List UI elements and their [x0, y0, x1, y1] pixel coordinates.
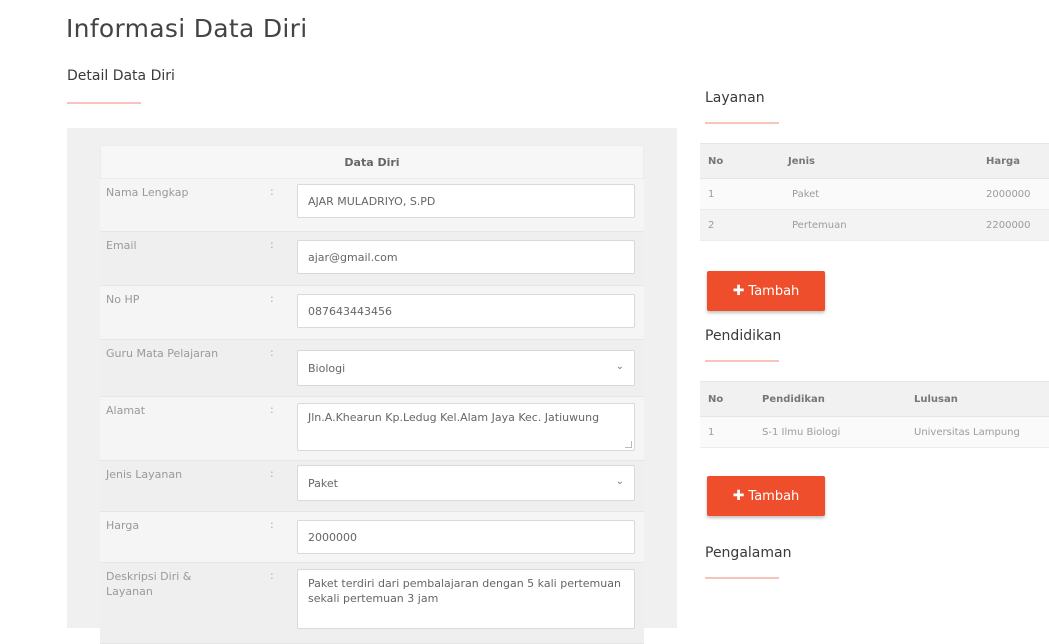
colon: :	[270, 346, 274, 359]
col-header: Lulusan	[914, 393, 958, 405]
table-cell: 2000000	[986, 188, 1031, 200]
field-label: Guru Mata Pelajaran	[106, 347, 219, 360]
pendidikan-table: No Pendidikan Lulusan 1 S-1 Ilmu Biologi…	[700, 381, 1049, 448]
table-row: 1 S-1 Ilmu Biologi Universitas Lampung	[700, 417, 1049, 448]
chevron-down-icon: ⌄	[615, 476, 624, 487]
button-label: Tambah	[748, 488, 800, 504]
colon: :	[270, 238, 274, 251]
section-title-detail: Detail Data Diri	[67, 68, 175, 84]
tambah-layanan-button[interactable]: ✚ Tambah	[707, 271, 825, 311]
row-deskripsi: Deskripsi Diri & Layanan : Paket terdiri…	[100, 563, 644, 644]
table-header-row: No Pendidikan Lulusan	[700, 381, 1049, 417]
section-title-pengalaman: Pengalaman	[705, 545, 792, 561]
colon: :	[270, 185, 274, 198]
table-cell: 1	[708, 188, 715, 200]
chevron-down-icon: ⌄	[615, 361, 624, 372]
select-value: Biologi	[308, 361, 346, 375]
colon: :	[270, 467, 274, 480]
section-title-pendidikan: Pendidikan	[705, 328, 782, 344]
table-row: 2 Pertemuan 2200000	[700, 210, 1049, 241]
row-no-hp: No HP : 087643443456	[100, 286, 644, 340]
layanan-table: No Jenis Harga 1 Paket 2000000 2 Pertemu…	[700, 143, 1049, 241]
textarea-value: Paket terdiri dari pembalajaran dengan 5…	[308, 577, 621, 605]
field-label: Alamat	[106, 404, 146, 417]
table-row: 1 Paket 2000000	[700, 179, 1049, 210]
col-header: Harga	[986, 155, 1020, 167]
alamat-textarea[interactable]: Jln.A.Khearun Kp.Ledug Kel.Alam Jaya Kec…	[297, 403, 635, 451]
col-header: No	[708, 155, 724, 167]
textarea-value: Jln.A.Khearun Kp.Ledug Kel.Alam Jaya Kec…	[308, 411, 600, 424]
no-hp-input[interactable]: 087643443456	[297, 294, 635, 328]
table-cell: Paket	[792, 188, 820, 200]
row-jenis-layanan: Jenis Layanan : Paket ⌄	[100, 461, 644, 512]
row-alamat: Alamat : Jln.A.Khearun Kp.Ledug Kel.Alam…	[100, 397, 644, 461]
colon: :	[270, 292, 274, 305]
harga-input[interactable]: 2000000	[297, 520, 635, 554]
col-header: No	[708, 393, 724, 405]
field-label: Email	[106, 239, 137, 252]
field-label: No HP	[106, 293, 140, 306]
table-cell: Pertemuan	[792, 219, 847, 231]
page-title: Informasi Data Diri	[66, 14, 308, 43]
plus-icon: ✚	[732, 488, 745, 504]
select-value: Paket	[308, 476, 338, 490]
section-underline	[705, 577, 779, 579]
resize-handle-icon[interactable]	[625, 441, 632, 448]
field-label: Jenis Layanan	[106, 468, 183, 481]
section-underline	[705, 360, 779, 362]
button-label: Tambah	[748, 283, 800, 299]
field-label: Nama Lengkap	[106, 186, 189, 199]
nama-lengkap-input[interactable]: AJAR MULADRIYO, S.PD	[297, 184, 635, 218]
guru-mapel-select[interactable]: Biologi ⌄	[297, 350, 635, 386]
col-header: Pendidikan	[762, 393, 825, 405]
row-email: Email : ajar@gmail.com	[100, 232, 644, 286]
field-label: Deskripsi Diri & Layanan	[106, 570, 192, 598]
plus-icon: ✚	[732, 283, 745, 299]
deskripsi-textarea[interactable]: Paket terdiri dari pembalajaran dengan 5…	[297, 569, 635, 629]
colon: :	[270, 403, 274, 416]
data-diri-table: Data Diri Nama Lengkap : AJAR MULADRIYO,…	[100, 145, 644, 644]
section-title-layanan: Layanan	[705, 90, 765, 106]
email-input[interactable]: ajar@gmail.com	[297, 240, 635, 274]
jenis-layanan-select[interactable]: Paket ⌄	[297, 465, 635, 501]
row-nama-lengkap: Nama Lengkap : AJAR MULADRIYO, S.PD	[100, 179, 644, 232]
table-cell: S-1 Ilmu Biologi	[762, 426, 841, 438]
section-underline	[67, 102, 141, 104]
table-header: Data Diri	[100, 145, 644, 179]
row-guru-mapel: Guru Mata Pelajaran : Biologi ⌄	[100, 340, 644, 397]
field-label: Harga	[106, 519, 140, 532]
table-header-row: No Jenis Harga	[700, 143, 1049, 179]
colon: :	[270, 569, 274, 582]
table-cell: 1	[708, 426, 715, 438]
section-underline	[705, 122, 779, 124]
table-cell: 2200000	[986, 219, 1031, 231]
tambah-pendidikan-button[interactable]: ✚ Tambah	[707, 476, 825, 516]
colon: :	[270, 518, 274, 531]
row-harga: Harga : 2000000	[100, 512, 644, 563]
col-header: Jenis	[788, 155, 816, 167]
table-cell: Universitas Lampung	[914, 426, 1020, 438]
table-cell: 2	[708, 219, 715, 231]
